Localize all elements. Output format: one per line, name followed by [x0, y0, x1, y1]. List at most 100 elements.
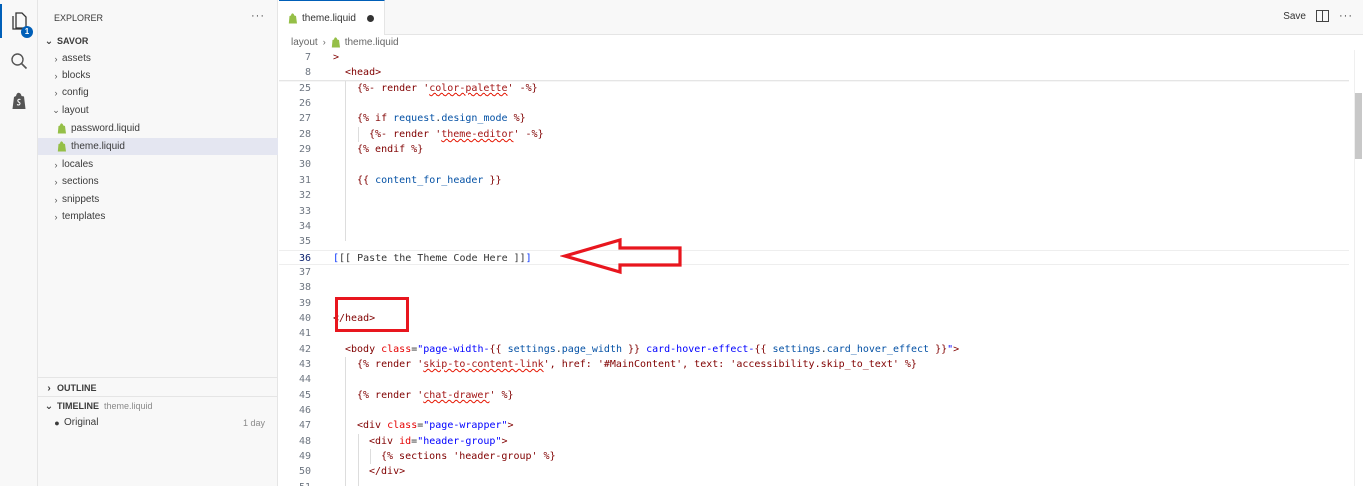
tree-item-sections[interactable]: › sections — [38, 173, 278, 190]
line-number: 48 — [298, 436, 311, 447]
search-icon[interactable] — [0, 44, 38, 78]
code-line[interactable]: 45 {% render 'chat-drawer' %} — [279, 388, 1349, 403]
more-actions-icon[interactable]: ··· — [1339, 10, 1353, 22]
vertical-scrollbar[interactable] — [1354, 50, 1363, 486]
code-line[interactable]: 25 {%- render 'color-palette' -%} — [279, 81, 1349, 96]
indent-guide — [345, 357, 346, 486]
code-token: card_hover_effect — [826, 344, 930, 355]
tab-theme-liquid[interactable]: theme.liquid — [279, 0, 385, 35]
line-number: 40 — [298, 313, 311, 324]
timeline-entry[interactable]: ● Original 1 day — [38, 414, 278, 431]
code-line[interactable]: 36 [[[ Paste the Theme Code Here ]]] — [279, 250, 1349, 265]
code-line[interactable]: 49 {% sections 'header-group' %} — [279, 449, 1349, 464]
code-line[interactable]: 35 — [279, 234, 1349, 249]
tree-item-theme-liquid[interactable]: theme.liquid — [38, 138, 278, 155]
line-number: 45 — [298, 390, 311, 401]
tree-item-assets[interactable]: › assets — [38, 50, 278, 67]
chevron-right-icon: › — [54, 53, 58, 64]
code-token: {% render ' — [357, 390, 424, 401]
code-line[interactable]: 39 — [279, 296, 1349, 311]
code-line[interactable]: 33 — [279, 204, 1349, 219]
chevron-right-icon: › — [54, 70, 58, 81]
explorer-icon[interactable]: 1 — [0, 4, 38, 38]
code-text: {% render 'chat-drawer' %} — [357, 388, 514, 403]
code-token: > — [953, 344, 960, 355]
tree-item-layout[interactable]: ⌄ layout — [38, 102, 278, 119]
tree-item-label: templates — [62, 211, 106, 222]
timeline-file: theme.liquid — [104, 401, 153, 411]
code-line[interactable]: 47 <div class="page-wrapper"> — [279, 418, 1349, 433]
folder-root[interactable]: ⌄ SAVOR — [38, 32, 278, 50]
code-area[interactable]: 7 >8 <head> 25 {%- render 'color-palette' -%… — [279, 50, 1354, 486]
code-line[interactable]: 8 <head> — [279, 65, 1349, 80]
code-token: ' -%} — [513, 129, 544, 140]
code-line[interactable]: 34 — [279, 219, 1349, 234]
code-line[interactable]: 51 — [279, 480, 1349, 486]
explorer-more-icon[interactable]: ··· — [251, 10, 265, 22]
code-token: {% endif %} — [357, 144, 424, 155]
line-number: 31 — [298, 175, 311, 186]
tree-item-label: assets — [62, 53, 91, 64]
code-token: id — [399, 436, 412, 447]
line-number: 51 — [279, 480, 311, 486]
timeline-entry-time: 1 day — [242, 417, 265, 428]
code-line[interactable]: 7 > — [279, 50, 1349, 65]
code-token: design_mode — [441, 113, 508, 124]
code-line[interactable]: 42 <body class="page-width-{{ settings.pa… — [279, 342, 1349, 357]
code-line[interactable]: 27 {% if request.design_mode %} — [279, 111, 1349, 126]
code-line[interactable]: 26 — [279, 96, 1349, 111]
line-number: 34 — [298, 221, 311, 232]
code-line[interactable]: 30 — [279, 157, 1349, 172]
code-token: {% sections 'header-group' %} — [381, 451, 556, 462]
breadcrumb-item[interactable]: layout — [291, 37, 318, 48]
indent-guide — [370, 449, 371, 464]
unsaved-dot-icon[interactable] — [367, 15, 374, 22]
line-number: 42 — [298, 344, 311, 355]
code-line[interactable]: 40 </head> — [279, 311, 1349, 326]
tree-item-config[interactable]: › config — [38, 84, 278, 101]
line-number: 7 — [304, 52, 311, 63]
code-line[interactable]: 38 — [279, 280, 1349, 295]
tree-item-templates[interactable]: › templates — [38, 208, 278, 225]
save-button[interactable]: Save — [1283, 11, 1306, 22]
tree-item-locales[interactable]: › locales — [38, 156, 278, 173]
line-number: 39 — [298, 298, 311, 309]
tree-item-snippets[interactable]: › snippets — [38, 191, 278, 208]
tree-item-password-liquid[interactable]: password.liquid — [38, 120, 278, 137]
code-line[interactable]: 41 — [279, 326, 1349, 341]
code-line[interactable]: 43 {% render 'skip-to-content-link', href… — [279, 357, 1349, 372]
code-text: </div> — [369, 464, 405, 479]
chevron-right-icon: › — [54, 159, 58, 170]
split-editor-icon[interactable] — [1316, 10, 1329, 22]
code-token: "page-wrapper" — [423, 420, 508, 431]
scroll-thumb[interactable] — [1355, 93, 1362, 159]
shopify-icon[interactable] — [0, 84, 38, 118]
tree-item-blocks[interactable]: › blocks — [38, 67, 278, 84]
code-token: ] — [525, 253, 532, 264]
code-text: {% render 'skip-to-content-link', href: … — [357, 357, 917, 372]
code-line[interactable]: 28 {%- render 'theme-editor' -%} — [279, 127, 1349, 142]
code-text: [[[ Paste the Theme Code Here ]]] — [333, 251, 532, 266]
tree-item-label: password.liquid — [71, 123, 140, 134]
code-line[interactable]: 31 {{ content_for_header }} — [279, 173, 1349, 188]
breadcrumb: layout › theme.liquid — [279, 35, 399, 49]
chevron-right-icon: › — [54, 194, 58, 205]
code-line[interactable]: 37 — [279, 265, 1349, 280]
outline-section[interactable]: › OUTLINE — [38, 379, 278, 397]
timeline-section[interactable]: ⌄ TIMELINE theme.liquid — [38, 397, 278, 415]
code-line[interactable]: 44 — [279, 372, 1349, 387]
code-line[interactable]: 48 <div id="header-group"> — [279, 434, 1349, 449]
breadcrumb-item[interactable]: theme.liquid — [345, 37, 399, 48]
code-line[interactable]: 50 </div> — [279, 464, 1349, 479]
code-line[interactable]: 32 — [279, 188, 1349, 203]
annotation-highlight-box — [335, 297, 409, 332]
code-line[interactable]: 46 — [279, 403, 1349, 418]
code-text: <div id="header-group"> — [369, 434, 508, 449]
code-text: > — [333, 50, 339, 65]
code-text: <body class="page-width-{{ settings.page… — [345, 342, 959, 357]
code-line[interactable]: 29 {% endif %} — [279, 142, 1349, 157]
tree-item-label: layout — [62, 105, 89, 116]
code-text: {% sections 'header-group' %} — [381, 449, 556, 464]
code-text: {%- render 'color-palette' -%} — [357, 81, 538, 96]
line-number: 44 — [298, 374, 311, 385]
